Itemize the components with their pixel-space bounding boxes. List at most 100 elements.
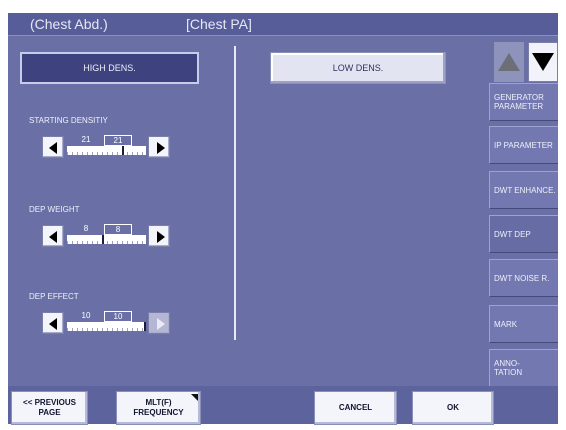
scale-tick	[87, 241, 88, 244]
dropdown-corner-icon	[191, 394, 198, 401]
ok-label: OK	[447, 403, 459, 412]
decrease-arrow-icon[interactable]	[42, 312, 64, 334]
scale-tick	[97, 328, 98, 331]
parameter-scale[interactable]	[67, 235, 146, 244]
sidebar-item[interactable]: IP PARAMETER	[489, 126, 558, 164]
increase-arrow-icon[interactable]	[148, 312, 170, 334]
sidebar-item[interactable]: DWT ENHANCE.	[489, 171, 558, 209]
mlt-frequency-label-line2: FREQUENCY	[133, 408, 184, 417]
scale-tick	[72, 328, 73, 331]
scale-tick	[132, 241, 133, 244]
parameter-value: 10	[81, 311, 91, 320]
sidebar-item-label-line: GENERATOR	[494, 93, 544, 102]
scale-tick	[142, 328, 143, 331]
cancel-button[interactable]: CANCEL	[314, 391, 397, 425]
sidebar-item-label: DWT DEP	[494, 230, 531, 239]
scale-tick	[127, 328, 128, 331]
scale-tick	[137, 328, 138, 331]
scale-tick	[87, 152, 88, 155]
high-density-button[interactable]: HIGH DENS.	[20, 52, 199, 84]
parameter-label: DEP WEIGHT	[29, 205, 80, 214]
sidebar-item-label: GENERATOR PARAMETER	[494, 93, 544, 111]
sidebar-item[interactable]: MARK	[489, 305, 558, 343]
slider-marker[interactable]	[102, 235, 104, 244]
panel-divider	[234, 46, 236, 340]
sidebar-item-label-line: DWT DEP	[494, 229, 531, 239]
mlt-frequency-label-line1: MLT(F)	[145, 398, 172, 407]
sidebar-item-label-line: IP PARAMETER	[494, 140, 553, 150]
parameter-value: 21	[81, 135, 91, 144]
scroll-down-icon[interactable]	[528, 42, 558, 82]
scale-tick	[92, 152, 93, 155]
sidebar-item-label-line: DWT NOISE R.	[494, 273, 550, 283]
scale-tick	[132, 152, 133, 155]
scale-tick	[137, 241, 138, 244]
previous-page-label-line2: PAGE	[38, 408, 61, 417]
scale-tick	[142, 241, 143, 244]
slider-marker[interactable]	[122, 146, 124, 155]
parameter-label: STARTING DENSITIY	[29, 116, 108, 125]
scale-tick	[107, 328, 108, 331]
scale-tick	[112, 241, 113, 244]
scale-tick	[72, 241, 73, 244]
sidebar-item-label-line: MARK	[494, 319, 518, 329]
mlt-frequency-button[interactable]: MLT(F) FREQUENCY	[116, 391, 201, 425]
scale-tick	[117, 152, 118, 155]
scale-tick	[77, 152, 78, 155]
increase-arrow-icon[interactable]	[148, 136, 170, 158]
scale-tick	[117, 328, 118, 331]
decrease-arrow-icon[interactable]	[42, 225, 64, 247]
scale-tick	[97, 241, 98, 244]
scale-tick	[92, 241, 93, 244]
sidebar-item-label: ANNO- TATION	[494, 359, 522, 377]
scale-tick	[77, 241, 78, 244]
scale-tick	[67, 152, 68, 155]
scale-tick	[127, 241, 128, 244]
exam-name-title: [Chest PA]	[186, 16, 252, 32]
parameter-value-box: 21	[104, 135, 132, 146]
parameter-value: 8	[83, 224, 89, 233]
scale-tick	[132, 328, 133, 331]
decrease-arrow-icon[interactable]	[42, 136, 64, 158]
scale-tick	[127, 152, 128, 155]
scale-tick	[82, 241, 83, 244]
scale-tick	[87, 328, 88, 331]
parameter-value-box: 8	[104, 224, 132, 235]
sidebar-item-label-line: TATION	[494, 368, 523, 377]
scale-tick	[142, 152, 143, 155]
scale-tick	[112, 152, 113, 155]
scale-tick	[67, 241, 68, 244]
sidebar-item[interactable]: GENERATOR PARAMETER	[489, 83, 558, 121]
sidebar-item[interactable]: DWT DEP	[489, 215, 558, 253]
parameter-panel	[8, 36, 489, 386]
scale-tick	[107, 152, 108, 155]
increase-arrow-icon[interactable]	[148, 225, 170, 247]
scale-tick	[107, 241, 108, 244]
previous-page-button[interactable]: << PREVIOUS PAGE	[11, 391, 88, 425]
scroll-up-icon[interactable]	[494, 42, 524, 82]
exam-group-title: (Chest Abd.)	[30, 16, 108, 32]
scale-tick	[67, 328, 68, 331]
low-density-button[interactable]: LOW DENS.	[270, 52, 446, 84]
sidebar-item-label-line: PARAMETER	[494, 102, 544, 111]
ok-button[interactable]: OK	[412, 391, 494, 425]
parameter-scale[interactable]	[67, 146, 146, 155]
sidebar-item[interactable]: DWT NOISE R.	[489, 259, 558, 297]
title-bar: (Chest Abd.) [Chest PA]	[8, 13, 558, 36]
scale-tick	[122, 241, 123, 244]
sidebar-item-label: MARK	[494, 320, 517, 329]
parameter-value-box: 10	[104, 311, 132, 322]
slider-marker[interactable]	[144, 322, 146, 331]
sidebar-item-label-line: DWT ENHANCE.	[494, 185, 556, 195]
scale-tick	[102, 152, 103, 155]
scale-tick	[112, 328, 113, 331]
sidebar-item-label: DWT ENHANCE.	[494, 186, 556, 195]
sidebar-item[interactable]: ANNO- TATION	[489, 349, 558, 387]
cancel-label: CANCEL	[338, 403, 373, 412]
parameter-scale[interactable]	[67, 322, 146, 331]
scale-tick	[92, 328, 93, 331]
screen: (Chest Abd.) [Chest PA] HIGH DENS. LOW D…	[0, 0, 566, 430]
scale-tick	[122, 328, 123, 331]
sidebar-item-label-line: ANNO-	[494, 359, 520, 368]
scale-tick	[97, 152, 98, 155]
